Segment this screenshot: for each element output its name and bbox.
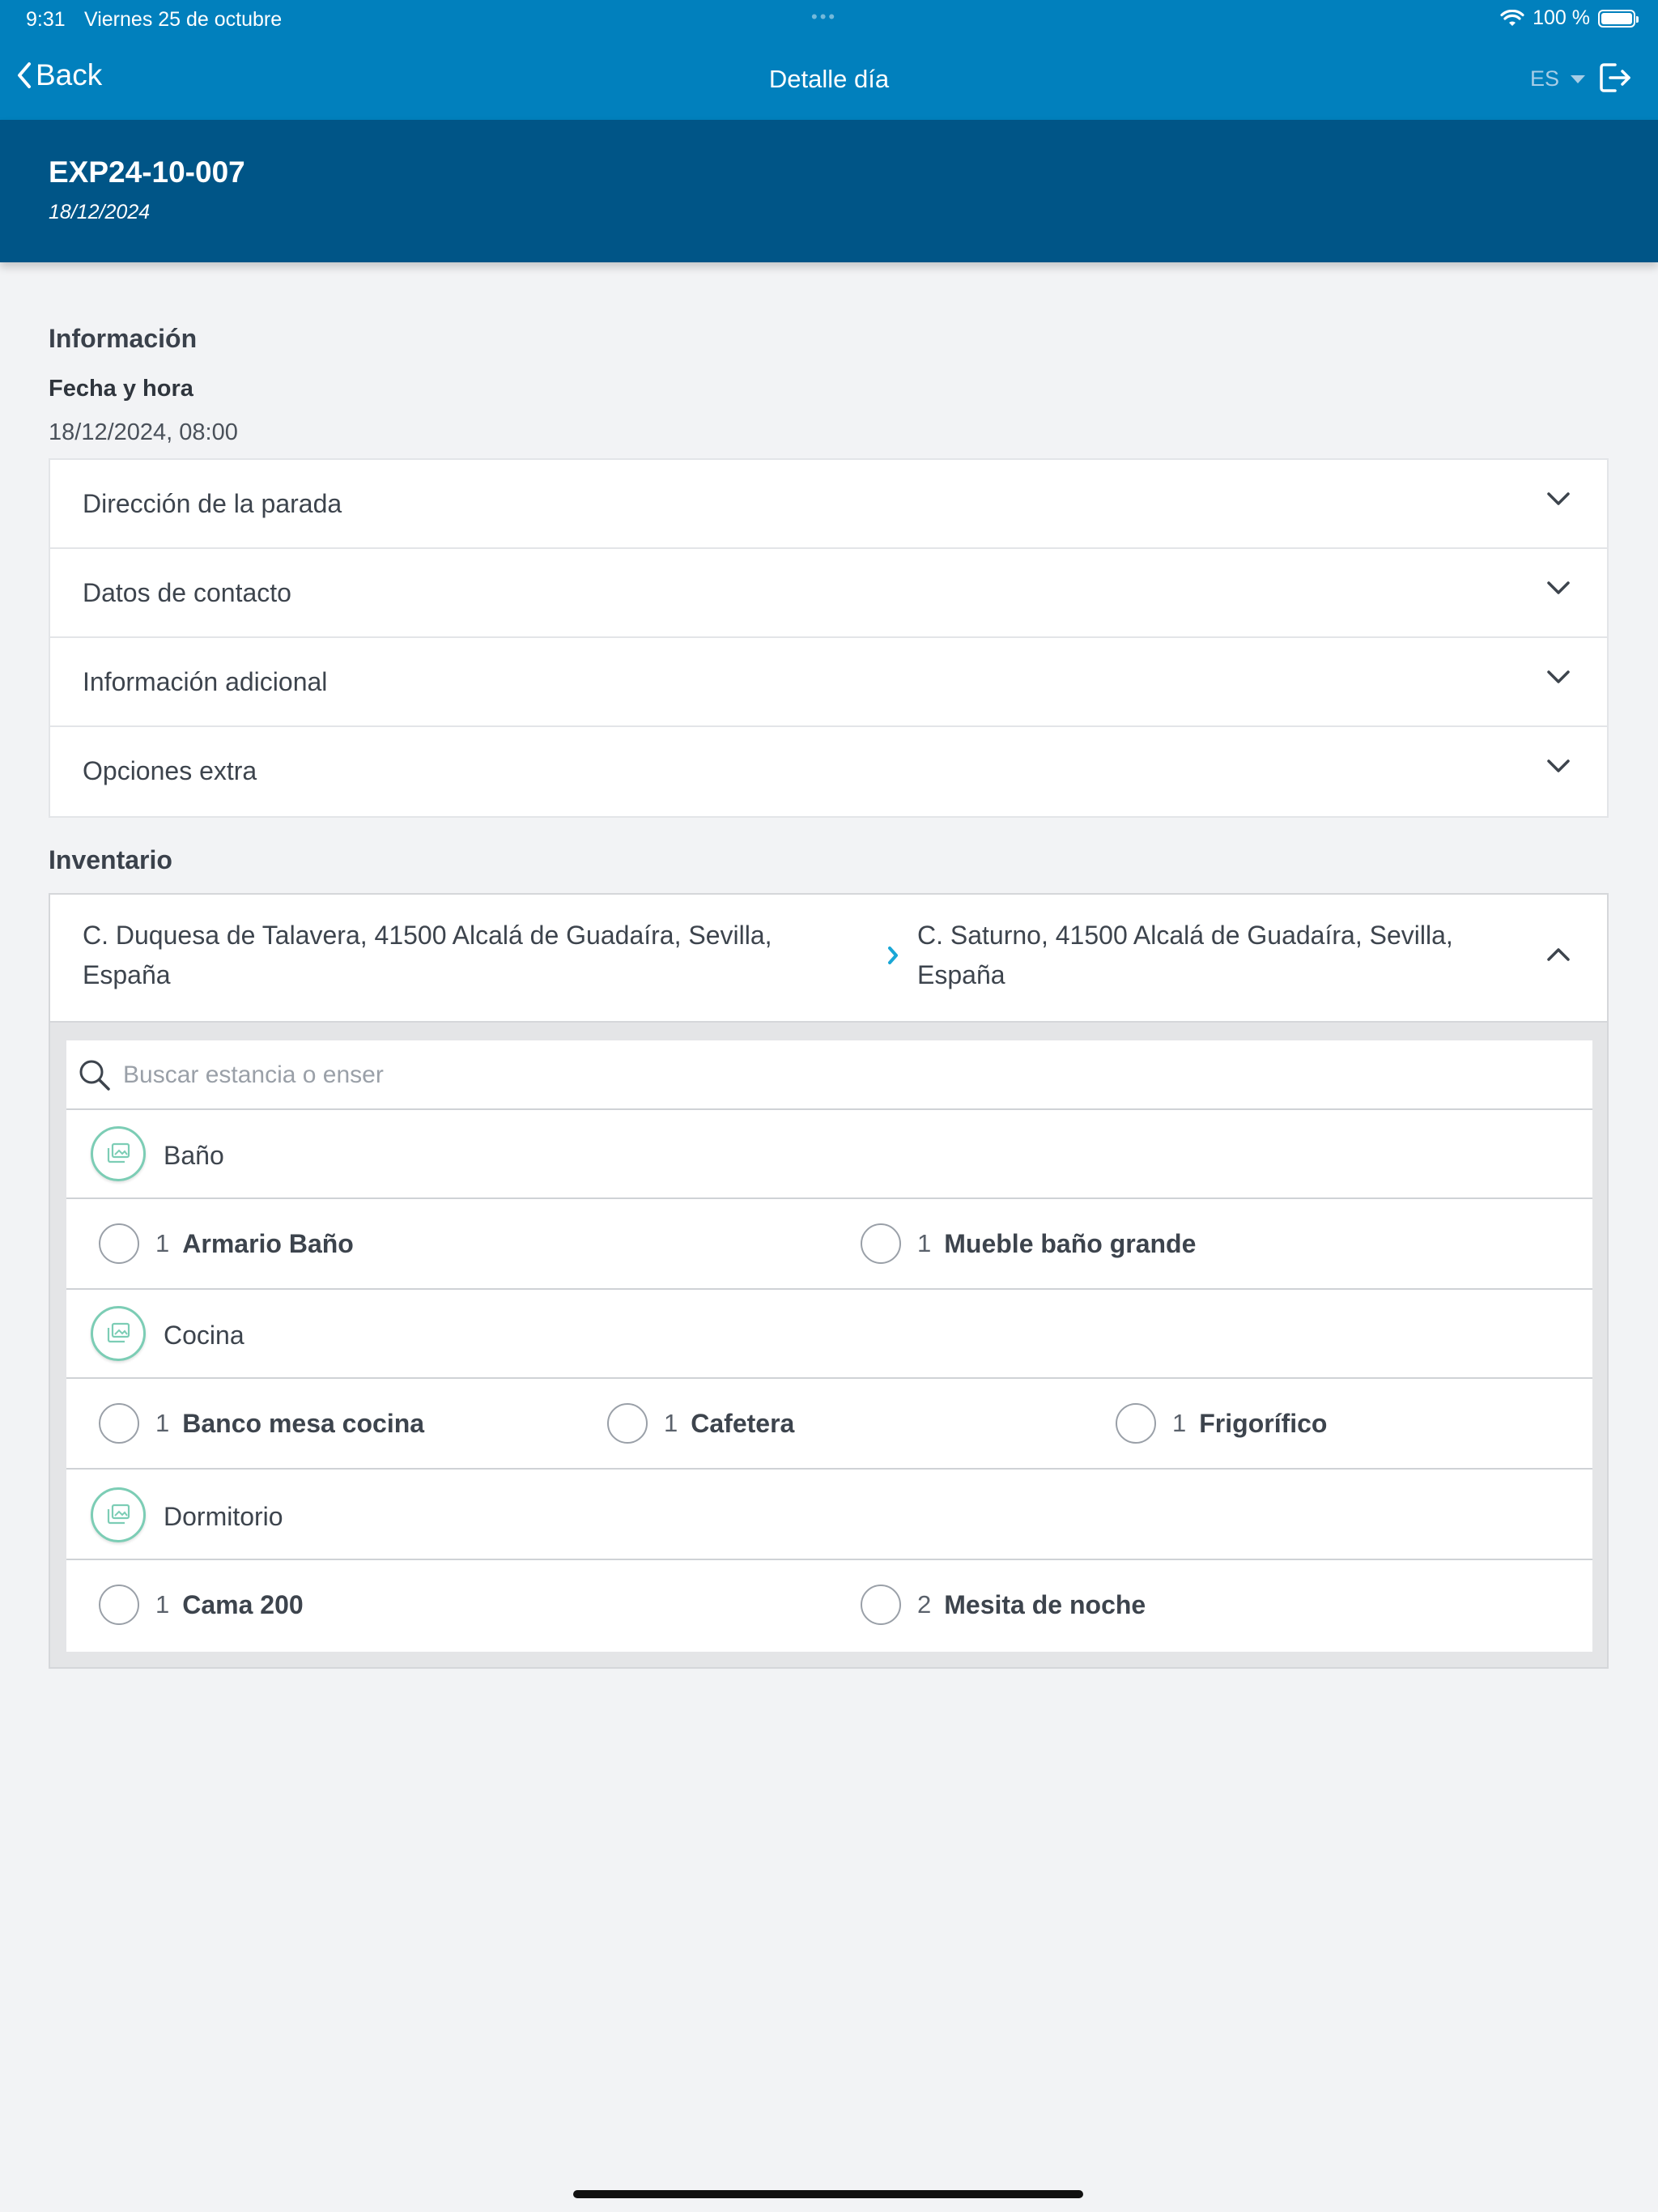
item-quantity: 1 [155,1590,170,1619]
search-bar [66,1040,1592,1110]
item-name: Mesita de noche [944,1589,1146,1619]
radio-icon[interactable] [861,1223,901,1264]
item-quantity: 1 [155,1229,170,1257]
logout-icon [1600,63,1630,92]
page-title: Detalle día [768,65,890,93]
item-quantity: 1 [1172,1409,1187,1437]
status-time: 9:31 [26,8,66,31]
radio-icon[interactable] [99,1403,139,1444]
items-row-cocina: 1 Banco mesa cocina 1 Cafetera 1 Frigorí… [66,1379,1592,1470]
item-quantity: 1 [917,1229,932,1257]
radio-icon[interactable] [99,1223,139,1264]
room-row-bano[interactable]: Baño [66,1110,1592,1199]
search-input[interactable] [123,1055,1499,1095]
accordion-additional-info[interactable]: Información adicional [50,638,1607,727]
info-section-title: Información [49,324,198,353]
caret-down-icon [1571,74,1586,83]
language-code: ES [1530,66,1560,91]
wifi-icon [1500,9,1524,26]
chevron-down-icon [1547,670,1570,683]
multitasking-dots-icon[interactable]: ••• [811,6,837,28]
status-bar: 9:31 Viernes 25 de octubre ••• 100 % [0,0,1658,37]
destination-address: C. Saturno, 41500 Alcalá de Guadaíra, Se… [917,921,1453,989]
battery-percent: 100 % [1533,6,1590,29]
expedient-date: 18/12/2024 [49,201,151,223]
item-quantity: 1 [155,1409,170,1437]
chevron-up-icon[interactable] [1545,946,1571,963]
accordion-label: Dirección de la parada [83,489,342,518]
item-quantity: 2 [917,1590,932,1619]
datetime-value: 18/12/2024, 08:00 [49,419,238,445]
item-mueble-bano-grande[interactable]: 1 Mueble baño grande [861,1223,1196,1264]
info-accordion: Dirección de la parada Datos de contacto… [49,458,1609,818]
item-quantity: 1 [664,1409,678,1437]
radio-icon[interactable] [1116,1403,1156,1444]
inventory-panel: C. Duquesa de Talavera, 41500 Alcalá de … [49,893,1609,1669]
room-name: Cocina [164,1321,244,1350]
battery-icon [1598,9,1639,28]
route-header[interactable]: C. Duquesa de Talavera, 41500 Alcalá de … [50,895,1607,1023]
language-selector[interactable]: ES [1530,66,1586,91]
items-row-bano: 1 Armario Baño 1 Mueble baño grande [66,1199,1592,1290]
accordion-label: Información adicional [83,667,328,696]
expedient-code: EXP24-10-007 [49,155,245,189]
item-frigorifico[interactable]: 1 Frigorífico [1116,1403,1327,1444]
room-row-cocina[interactable]: Cocina [66,1290,1592,1379]
room-row-dormitorio[interactable]: Dormitorio [66,1471,1592,1560]
item-cama-200[interactable]: 1 Cama 200 [99,1585,304,1625]
gallery-icon[interactable] [91,1487,146,1542]
item-armario-bano[interactable]: 1 Armario Baño [99,1223,354,1264]
item-name: Frigorífico [1199,1408,1328,1438]
gallery-icon[interactable] [91,1306,146,1361]
navigation-bar: Back Detalle día ES [0,49,1658,113]
chevron-right-icon [888,946,898,964]
inventory-section-title: Inventario [49,845,172,874]
expedient-header: EXP24-10-007 18/12/2024 [0,120,1658,262]
origin-address: C. Duquesa de Talavera, 41500 Alcalá de … [83,921,772,989]
status-date: Viernes 25 de octubre [84,8,283,31]
accordion-label: Datos de contacto [83,578,291,607]
item-name: Banco mesa cocina [182,1408,425,1438]
accordion-extra-options[interactable]: Opciones extra [50,727,1607,816]
inventory-list: Baño 1 Armario Baño 1 Mueble baño grande… [66,1040,1592,1652]
logout-button[interactable] [1599,62,1633,98]
status-right: 100 % [1500,6,1639,30]
item-name: Armario Baño [182,1228,354,1258]
item-banco-mesa-cocina[interactable]: 1 Banco mesa cocina [99,1403,424,1444]
item-name: Mueble baño grande [944,1228,1197,1258]
item-cafetera[interactable]: 1 Cafetera [607,1403,794,1444]
item-name: Cama 200 [182,1589,304,1619]
chevron-down-icon [1547,759,1570,772]
datetime-label: Fecha y hora [49,376,193,402]
accordion-label: Opciones extra [83,756,257,785]
radio-icon[interactable] [607,1403,648,1444]
accordion-stop-address[interactable]: Dirección de la parada [50,460,1607,549]
room-name: Baño [164,1141,224,1170]
radio-icon[interactable] [861,1585,901,1625]
search-icon [79,1060,110,1091]
chevron-down-icon [1547,581,1570,594]
top-bar: 9:31 Viernes 25 de octubre ••• 100 % Bac… [0,0,1658,120]
home-indicator[interactable] [573,2190,1083,2198]
item-mesita-de-noche[interactable]: 2 Mesita de noche [861,1585,1146,1625]
room-name: Dormitorio [164,1502,283,1531]
chevron-down-icon [1547,492,1570,505]
gallery-icon[interactable] [91,1126,146,1181]
item-name: Cafetera [691,1408,795,1438]
radio-icon[interactable] [99,1585,139,1625]
items-row-dormitorio: 1 Cama 200 2 Mesita de noche [66,1560,1592,1651]
accordion-contact-data[interactable]: Datos de contacto [50,549,1607,638]
